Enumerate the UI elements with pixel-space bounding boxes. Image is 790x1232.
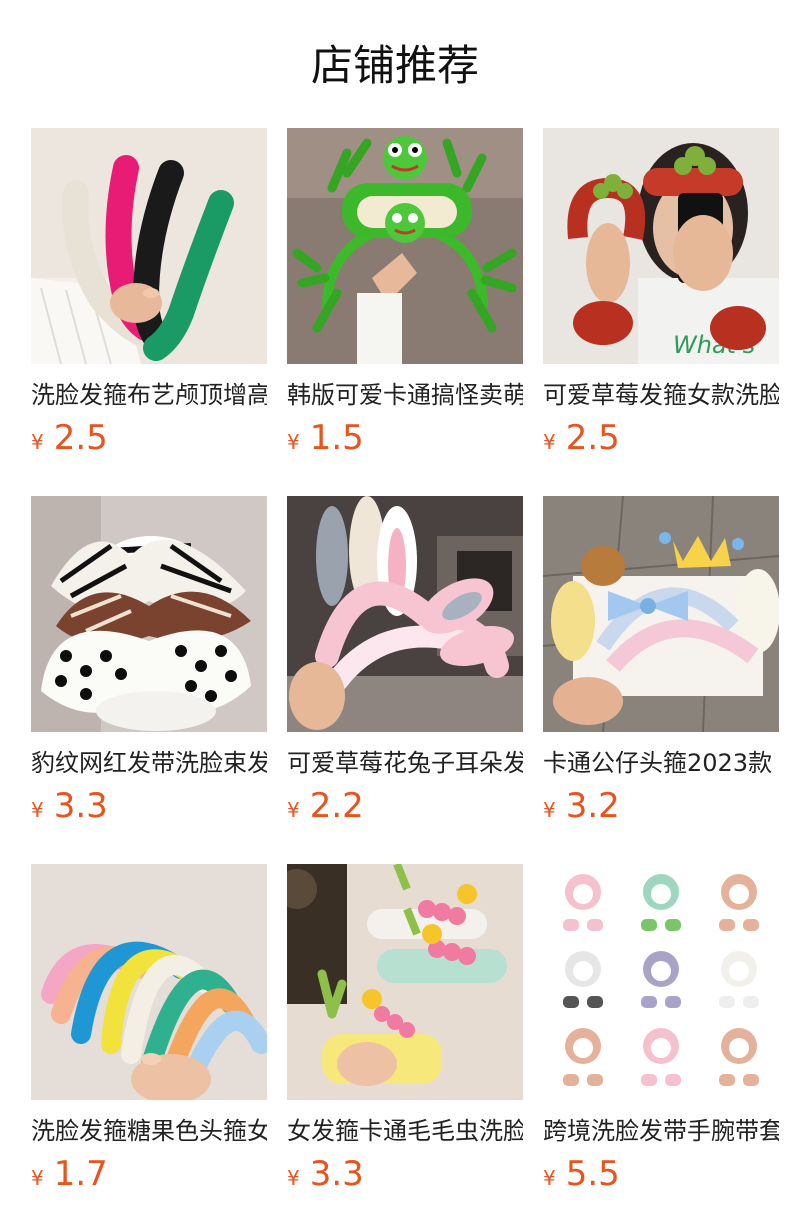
product-card[interactable]: 豹纹网红发带洗脸束发 ¥3.3	[31, 496, 267, 864]
product-card[interactable]: What's 可爱草莓发箍女款洗脸 ¥2.5	[543, 128, 779, 496]
price-value: 1.5	[309, 418, 364, 458]
product-price: ¥1.5	[287, 420, 523, 456]
currency-symbol: ¥	[543, 1166, 556, 1190]
product-card[interactable]: 洗脸发箍布艺颅顶增高 ¥2.5	[31, 128, 267, 496]
product-name[interactable]: 豹纹网红发带洗脸束发	[31, 748, 267, 778]
product-image[interactable]	[31, 128, 267, 364]
product-name[interactable]: 洗脸发箍糖果色头箍女	[31, 1116, 267, 1146]
product-image[interactable]	[31, 864, 267, 1100]
product-price: ¥3.3	[287, 1156, 523, 1192]
product-image[interactable]	[543, 496, 779, 732]
product-card[interactable]: 卡通公仔头箍2023款 ¥3.2	[543, 496, 779, 864]
currency-symbol: ¥	[543, 798, 556, 822]
currency-symbol: ¥	[31, 1166, 44, 1190]
product-card[interactable]: 可爱草莓花兔子耳朵发 ¥2.2	[287, 496, 523, 864]
product-name[interactable]: 可爱草莓发箍女款洗脸	[543, 380, 779, 410]
product-card[interactable]: 跨境洗脸发带手腕带套 ¥5.5	[543, 864, 779, 1232]
product-price: ¥5.5	[543, 1156, 779, 1192]
product-image[interactable]	[287, 864, 523, 1100]
price-value: 3.3	[53, 786, 108, 826]
price-value: 3.2	[565, 786, 620, 826]
product-image[interactable]: What's	[543, 128, 779, 364]
product-price: ¥1.7	[31, 1156, 267, 1192]
product-name[interactable]: 卡通公仔头箍2023款	[543, 748, 779, 778]
currency-symbol: ¥	[543, 430, 556, 454]
price-value: 5.5	[565, 1154, 620, 1194]
currency-symbol: ¥	[287, 430, 300, 454]
price-value: 2.2	[309, 786, 364, 826]
product-price: ¥3.2	[543, 788, 779, 824]
product-image[interactable]	[31, 496, 267, 732]
page-title: 店铺推荐	[310, 41, 479, 90]
product-card[interactable]: 女发箍卡通毛毛虫洗脸 ¥3.3	[287, 864, 523, 1232]
product-grid: 洗脸发箍布艺颅顶增高 ¥2.5 韩版可爱卡通搞怪卖萌 ¥ 1.5 What's …	[31, 128, 779, 1232]
product-name[interactable]: 女发箍卡通毛毛虫洗脸	[287, 1116, 523, 1146]
product-image[interactable]	[287, 128, 523, 364]
price-value: 2.5	[53, 418, 108, 458]
product-name[interactable]: 跨境洗脸发带手腕带套	[543, 1116, 779, 1146]
currency-symbol: ¥	[31, 430, 44, 454]
currency-symbol: ¥	[31, 798, 44, 822]
product-price: ¥2.5	[31, 420, 267, 456]
product-card[interactable]: 洗脸发箍糖果色头箍女 ¥1.7	[31, 864, 267, 1232]
product-price: ¥3.3	[31, 788, 267, 824]
product-image[interactable]	[543, 864, 779, 1100]
currency-symbol: ¥	[287, 1166, 300, 1190]
currency-symbol: ¥	[287, 798, 300, 822]
product-price: ¥2.5	[543, 420, 779, 456]
product-name[interactable]: 韩版可爱卡通搞怪卖萌	[287, 380, 523, 410]
price-value: 1.7	[53, 1154, 108, 1194]
product-image[interactable]	[287, 496, 523, 732]
price-value: 2.5	[565, 418, 620, 458]
price-value: 3.3	[309, 1154, 364, 1194]
product-price: ¥2.2	[287, 788, 523, 824]
product-card[interactable]: 韩版可爱卡通搞怪卖萌 ¥1.5	[287, 128, 523, 496]
product-name[interactable]: 可爱草莓花兔子耳朵发	[287, 748, 523, 778]
product-name[interactable]: 洗脸发箍布艺颅顶增高	[31, 380, 267, 410]
